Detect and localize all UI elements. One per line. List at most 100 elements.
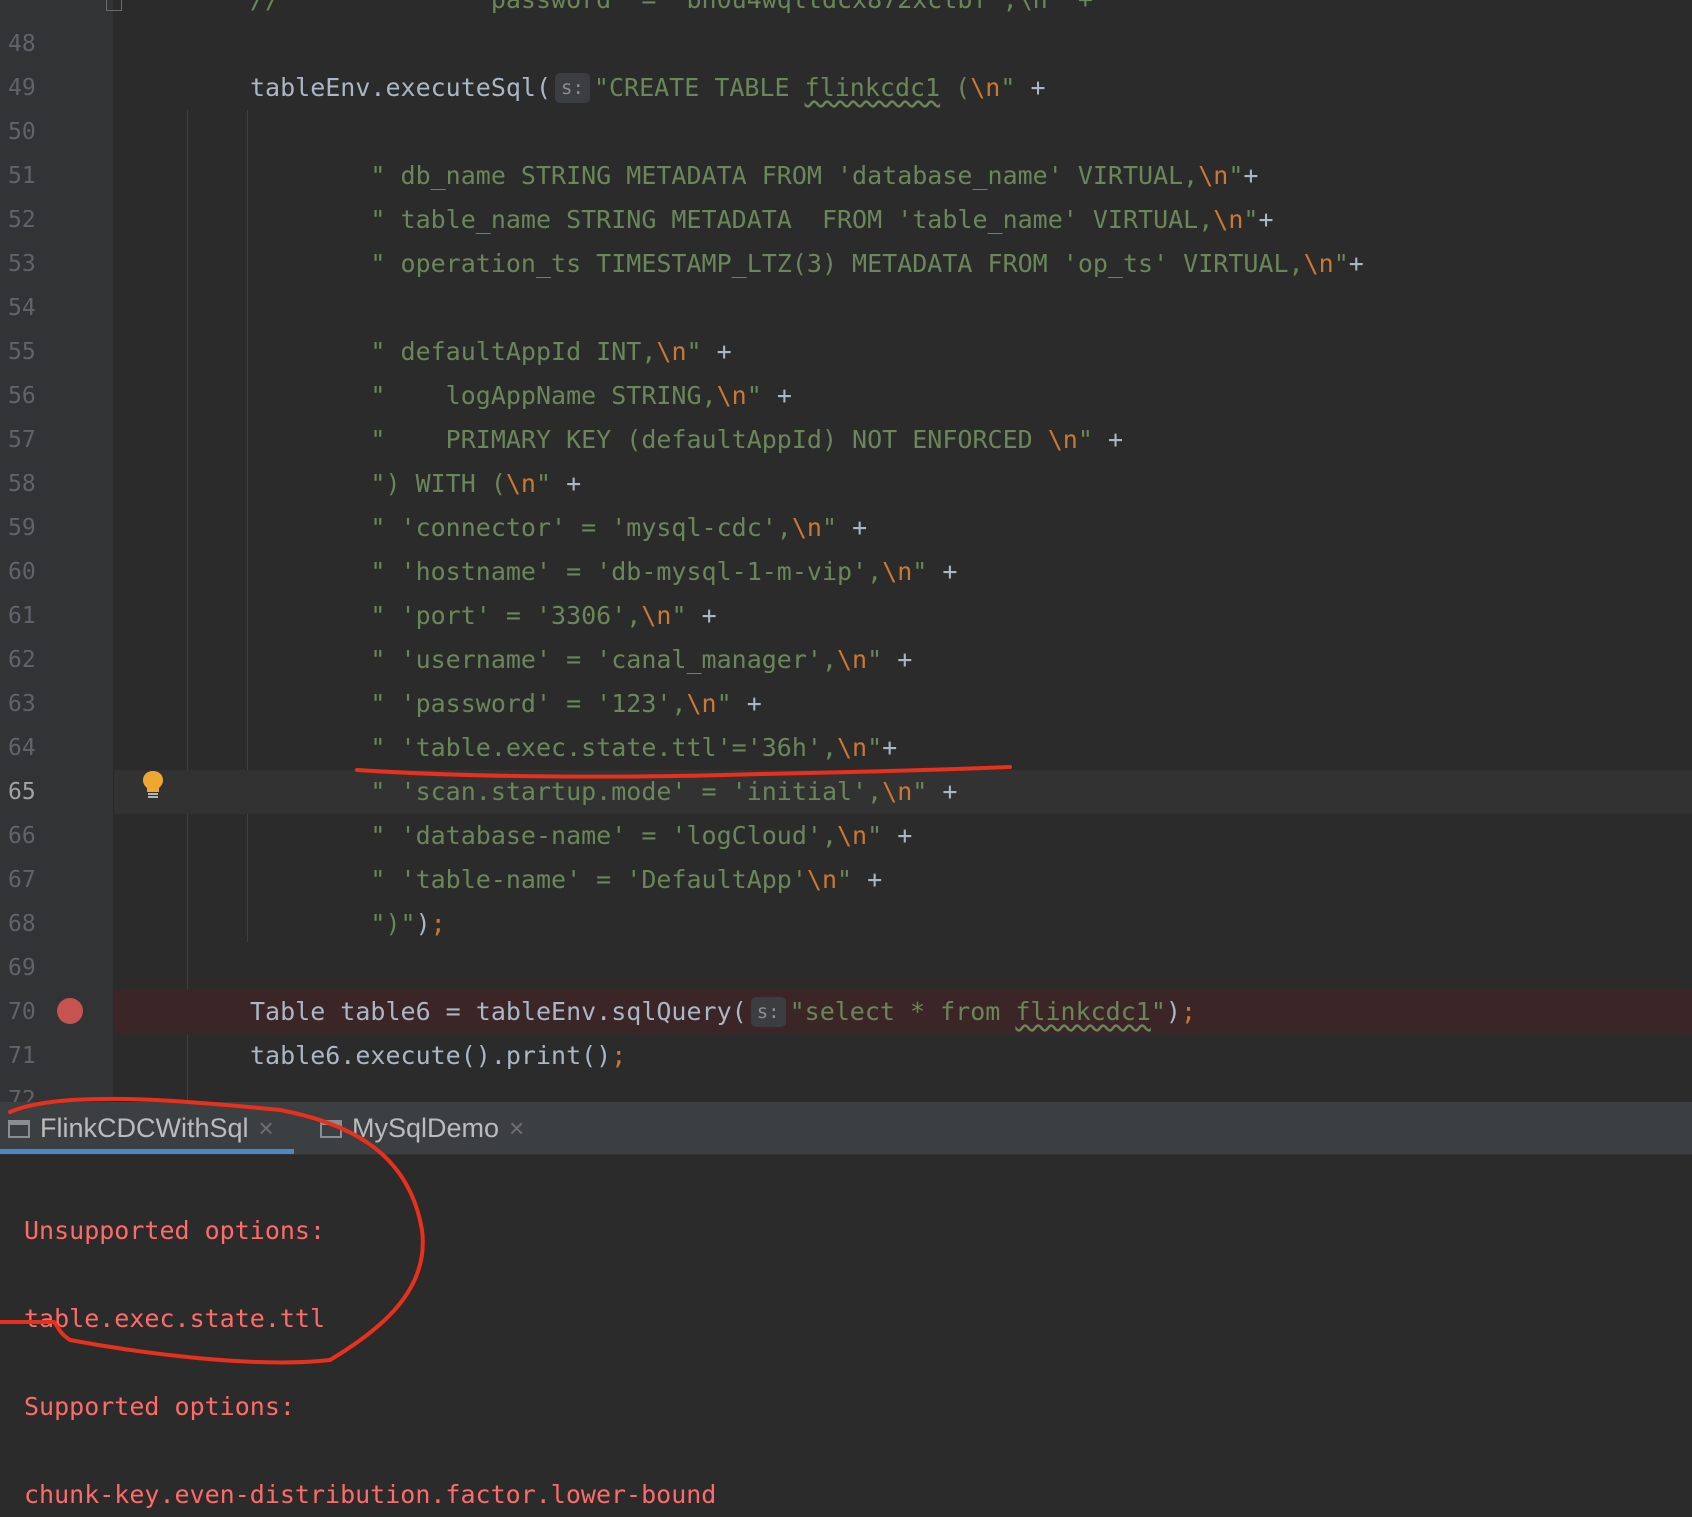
line-number[interactable]: 64: [8, 726, 68, 770]
code-line[interactable]: 68 ")");: [0, 902, 1692, 946]
line-number[interactable]: 59: [8, 506, 68, 550]
code-text: " 'table-name' = 'DefaultApp'\n" +: [250, 858, 882, 902]
line-number[interactable]: 53: [8, 242, 68, 286]
code-line[interactable]: 51 " db_name STRING METADATA FROM 'datab…: [0, 154, 1692, 198]
line-number[interactable]: 72: [8, 1078, 68, 1102]
close-icon[interactable]: ×: [509, 1113, 524, 1143]
line-number[interactable]: 55: [8, 330, 68, 374]
console-output[interactable]: Unsupported options: table.exec.state.tt…: [0, 1155, 1692, 1509]
code-line[interactable]: 52 " table_name STRING METADATA FROM 'ta…: [0, 198, 1692, 242]
code-token: ;: [430, 909, 446, 938]
code-line[interactable]: 67 " 'table-name' = 'DefaultApp'\n" +: [0, 858, 1692, 902]
code-token: ": [867, 821, 883, 850]
code-token: ": [821, 513, 838, 542]
code-token: " 'table.exec.state.ttl'='36h',: [250, 733, 837, 762]
breakpoint-icon[interactable]: [57, 998, 83, 1024]
console-line: table.exec.state.ttl: [24, 1304, 326, 1333]
code-line[interactable]: 48: [0, 22, 1692, 66]
line-number[interactable]: 60: [8, 550, 68, 594]
line-number[interactable]: 57: [8, 418, 68, 462]
code-line[interactable]: 63 " 'password' = '123',\n" +: [0, 682, 1692, 726]
line-number[interactable]: 58: [8, 462, 68, 506]
code-token: ": [716, 689, 732, 718]
code-text: // password = bh0u4wqltdcx872xctbf',\n" …: [250, 0, 1093, 22]
line-number[interactable]: 61: [8, 594, 68, 638]
code-line[interactable]: 50: [0, 110, 1692, 154]
line-number[interactable]: 62: [8, 638, 68, 682]
code-line[interactable]: 61 " 'port' = '3306',\n" +: [0, 594, 1692, 638]
code-line[interactable]: 69: [0, 946, 1692, 990]
line-number[interactable]: 65: [8, 770, 68, 814]
code-line[interactable]: 66 " 'database-name' = 'logCloud',\n" +: [0, 814, 1692, 858]
code-line[interactable]: 57 " PRIMARY KEY (defaultAppId) NOT ENFO…: [0, 418, 1692, 462]
code-text: " 'table.exec.state.ttl'='36h',\n"+: [250, 726, 897, 770]
code-token: ": [1000, 73, 1016, 102]
code-token: +: [761, 381, 792, 410]
code-line[interactable]: 54: [0, 286, 1692, 330]
code-token: \n: [882, 777, 913, 806]
line-number[interactable]: 56: [8, 374, 68, 418]
code-token: ": [1150, 997, 1166, 1026]
code-line[interactable]: 64 " 'table.exec.state.ttl'='36h',\n"+: [0, 726, 1692, 770]
line-number[interactable]: 51: [8, 154, 68, 198]
line-number[interactable]: 49: [8, 66, 68, 110]
code-token: " 'hostname' = 'db-mysql-1-m-vip',: [250, 557, 883, 586]
code-token: +: [551, 469, 582, 498]
line-number[interactable]: 71: [8, 1034, 68, 1078]
code-text: " defaultAppId INT,\n" +: [250, 330, 731, 374]
code-line[interactable]: 65 " 'scan.startup.mode' = 'initial',\n"…: [0, 770, 1692, 814]
line-number[interactable]: 54: [8, 286, 68, 330]
line-highlight: [114, 286, 1692, 330]
code-line[interactable]: 55 " defaultAppId INT,\n" +: [0, 330, 1692, 374]
code-line[interactable]: 56 " logAppName STRING,\n" +: [0, 374, 1692, 418]
code-token: \n: [656, 337, 687, 366]
tab-flinkcdcwithsql[interactable]: FlinkCDCWithSql ×: [0, 1102, 294, 1154]
code-token: tableEnv.executeSql(: [250, 73, 552, 102]
code-line[interactable]: 71 table6.execute().print();: [0, 1034, 1692, 1078]
line-number[interactable]: 48: [8, 22, 68, 66]
code-token: ": [912, 777, 928, 806]
code-text: " 'hostname' = 'db-mysql-1-m-vip',\n" +: [250, 550, 957, 594]
code-token: " 'password' = '123',: [250, 689, 687, 718]
code-editor[interactable]: // password = bh0u4wqltdcx872xctbf',\n" …: [0, 0, 1692, 1102]
code-token: \n: [837, 645, 868, 674]
code-token: ": [1077, 425, 1093, 454]
line-number[interactable]: 68: [8, 902, 68, 946]
code-token: +: [837, 513, 868, 542]
line-number[interactable]: 67: [8, 858, 68, 902]
code-token: table6.execute().print(): [250, 1041, 612, 1070]
code-token: +: [1348, 249, 1364, 278]
code-line[interactable]: 53 " operation_ts TIMESTAMP_LTZ(3) METAD…: [0, 242, 1692, 286]
code-text: " logAppName STRING,\n" +: [250, 374, 792, 418]
code-line[interactable]: 49 tableEnv.executeSql(s: "CREATE TABLE fl…: [0, 66, 1692, 110]
code-line[interactable]: // password = bh0u4wqltdcx872xctbf',\n" …: [0, 0, 1692, 22]
code-token: ": [1243, 205, 1259, 234]
code-token: \n: [505, 469, 536, 498]
code-line[interactable]: 58 ") WITH (\n" +: [0, 462, 1692, 506]
code-token: " 'port' = '3306',: [250, 601, 642, 630]
code-text: " 'port' = '3306',\n" +: [250, 594, 716, 638]
code-token: " defaultAppId INT,: [250, 337, 657, 366]
code-token: \n: [716, 381, 747, 410]
code-text: tableEnv.executeSql(s: "CREATE TABLE flin…: [250, 66, 1046, 110]
code-text: ") WITH (\n" +: [250, 462, 581, 506]
code-token: \n: [837, 821, 868, 850]
code-line[interactable]: 62 " 'username' = 'canal_manager',\n" +: [0, 638, 1692, 682]
lightbulb-icon[interactable]: [142, 770, 164, 804]
run-tool-window-tabs: FlinkCDCWithSql × MySqlDemo ×: [0, 1102, 1692, 1155]
code-text: " db_name STRING METADATA FROM 'database…: [250, 154, 1258, 198]
close-icon[interactable]: ×: [259, 1113, 274, 1143]
code-line[interactable]: 70 Table table6 = tableEnv.sqlQuery(s: "se…: [0, 990, 1692, 1034]
tab-mysqldemo[interactable]: MySqlDemo ×: [320, 1102, 524, 1154]
line-number[interactable]: 69: [8, 946, 68, 990]
line-number[interactable]: 50: [8, 110, 68, 154]
line-number[interactable]: 52: [8, 198, 68, 242]
code-line[interactable]: 60 " 'hostname' = 'db-mysql-1-m-vip',\n"…: [0, 550, 1692, 594]
code-text: " PRIMARY KEY (defaultAppId) NOT ENFORCE…: [250, 418, 1123, 462]
code-line[interactable]: 72: [0, 1078, 1692, 1102]
line-number[interactable]: 66: [8, 814, 68, 858]
code-line[interactable]: 59 " 'connector' = 'mysql-cdc',\n" +: [0, 506, 1692, 550]
code-token: ): [415, 909, 431, 938]
code-token: " PRIMARY KEY (defaultAppId) NOT ENFORCE…: [250, 425, 1048, 454]
line-number[interactable]: 63: [8, 682, 68, 726]
